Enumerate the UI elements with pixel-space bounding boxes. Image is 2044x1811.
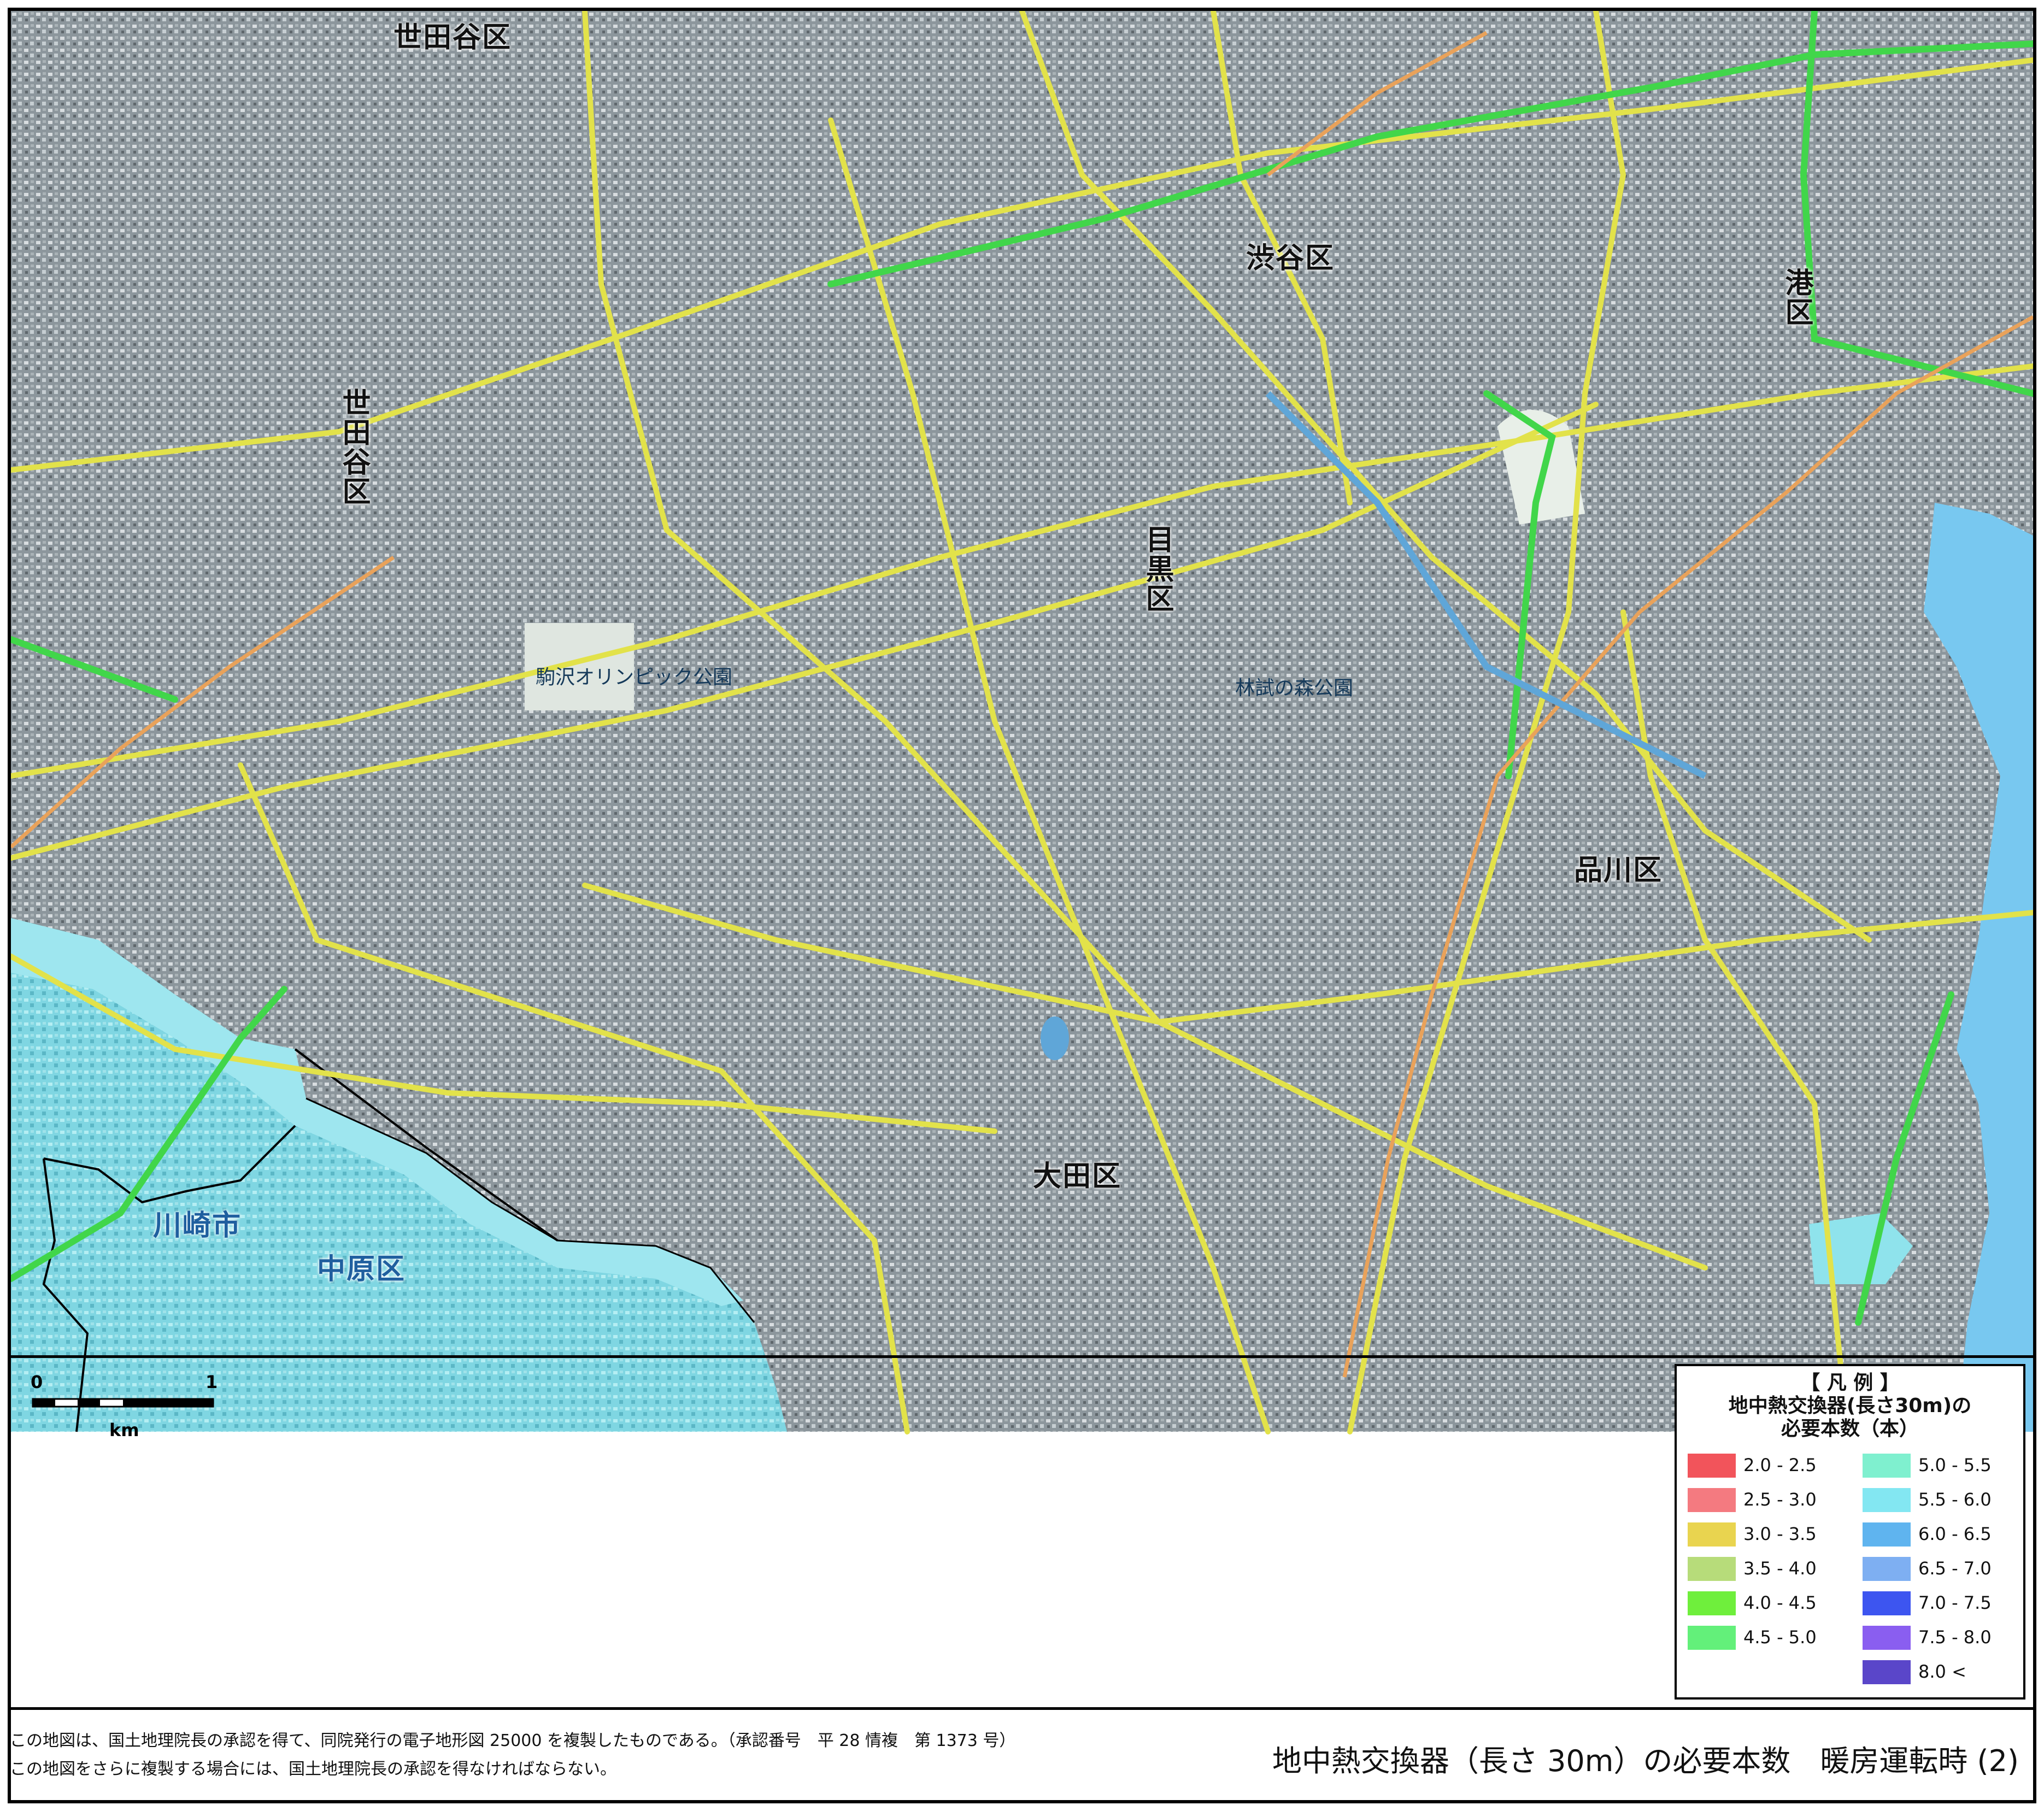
map-divider-line [11, 1355, 2033, 1358]
legend-swatch [1863, 1660, 1911, 1684]
legend-label: 7.5 - 8.0 [1918, 1627, 1992, 1648]
legend-swatch [1863, 1488, 1911, 1512]
scale-zero: 0 [31, 1372, 43, 1392]
legend-swatch [1863, 1522, 1911, 1547]
legend-swatch [1688, 1626, 1736, 1650]
ward-label-kawasaki: 川崎市 [153, 1209, 242, 1242]
copyright-note-2: この地図をさらに複製する場合には、国土地理院長の承認を得なければならない。 [10, 1760, 616, 1779]
place-label-rinshi: 林試の森公園 [1235, 677, 1354, 699]
ward-label-shibuya: 渋谷区 [1246, 242, 1335, 275]
ward-label-setagaya-top: 世田谷区 [393, 21, 512, 54]
map-area[interactable]: 世田谷区 世田谷区 渋谷区 港区 目黒区 品川区 大田区 川崎市 中原区 駒沢オ… [11, 11, 2033, 1445]
legend-label: 8.0 < [1918, 1661, 1966, 1682]
legend-swatch [1688, 1591, 1736, 1615]
ward-label-nakahara: 中原区 [317, 1253, 406, 1286]
legend-label: 2.5 - 3.0 [1743, 1489, 1817, 1510]
footer-divider [8, 1707, 2036, 1710]
legend-label: 4.5 - 5.0 [1743, 1627, 1817, 1648]
ward-label-meguro: 目黒区 [1141, 525, 1173, 613]
legend-swatch [1688, 1557, 1736, 1581]
ward-label-shinagawa: 品川区 [1574, 854, 1663, 887]
legend-label: 6.0 - 6.5 [1918, 1524, 1992, 1544]
legend-title-2: 地中熱交換器(長さ30m)の [1728, 1395, 1972, 1417]
legend-label: 6.5 - 7.0 [1918, 1558, 1992, 1579]
legend-swatch [1863, 1626, 1911, 1650]
legend-label: 2.0 - 2.5 [1743, 1455, 1817, 1475]
legend-swatch [1688, 1488, 1736, 1512]
legend-swatch [1688, 1454, 1736, 1478]
legend-label: 3.0 - 3.5 [1743, 1524, 1817, 1544]
place-label-komazawa: 駒沢オリンピック公園 [536, 666, 733, 689]
legend-label: 7.0 - 7.5 [1918, 1592, 1992, 1613]
legend-title-1: 【 凡 例 】 [1800, 1372, 1900, 1394]
legend-box: 【 凡 例 】 地中熱交換器(長さ30m)の 必要本数（本） 2.0 - 2.5… [1675, 1364, 2025, 1700]
scale-bar: 0 1 km [22, 1372, 230, 1443]
map-caption: 地中熱交換器（長さ 30m）の必要本数 暖房運転時 (2) [1272, 1744, 2019, 1778]
legend-label: 5.0 - 5.5 [1918, 1455, 1992, 1475]
scale-one: 1 [205, 1372, 218, 1392]
legend-swatch [1863, 1557, 1911, 1581]
copyright-note-1: この地図は、国土地理院長の承認を得て、同院発行の電子地形図 25000 を複製し… [10, 1731, 1016, 1750]
ward-label-minato: 港区 [1780, 268, 1813, 327]
legend-swatch [1688, 1522, 1736, 1547]
legend-title-3: 必要本数（本） [1781, 1418, 1919, 1440]
scale-unit: km [109, 1420, 139, 1440]
legend-swatch [1863, 1454, 1911, 1478]
legend-swatch [1863, 1591, 1911, 1615]
legend-label: 5.5 - 6.0 [1918, 1489, 1992, 1510]
ward-label-setagaya: 世田谷区 [337, 388, 370, 506]
legend-label: 4.0 - 4.5 [1743, 1592, 1817, 1613]
ward-label-ota: 大田区 [1033, 1160, 1122, 1193]
map-graphic [11, 11, 2033, 1445]
legend-label: 3.5 - 4.0 [1743, 1558, 1817, 1579]
